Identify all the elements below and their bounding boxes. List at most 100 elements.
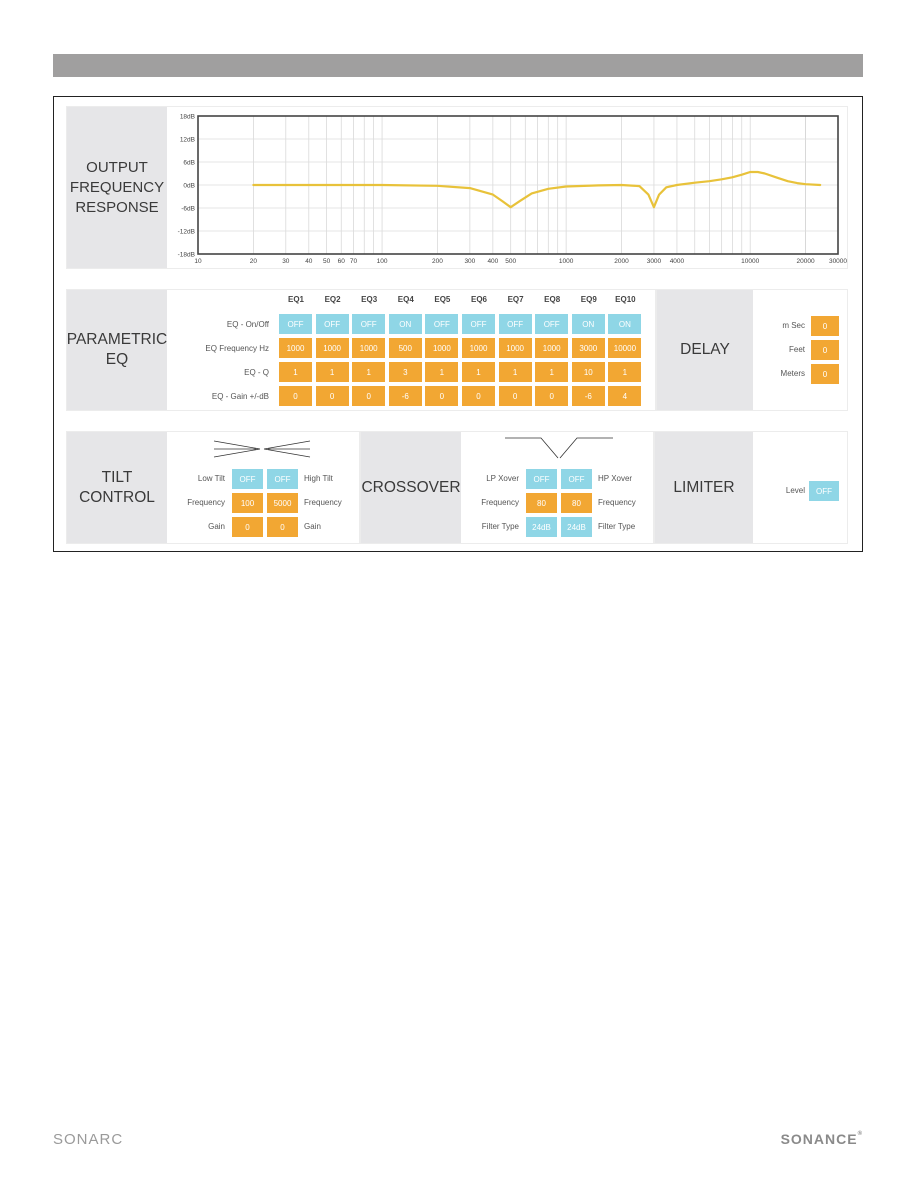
eq-q-value[interactable]: 1 [462, 362, 495, 382]
eq-gain-value[interactable]: 0 [352, 386, 386, 406]
parametric-eq-panel: PARAMETRIC EQ EQ - On/Off EQ Frequency Hz… [66, 289, 656, 411]
y-tick-label: -18dB [178, 252, 195, 259]
x-tick-label: 70 [350, 258, 358, 265]
eq-q-value[interactable]: 1 [608, 362, 642, 382]
label-line: FREQUENCY [69, 178, 165, 196]
low-tilt-toggle[interactable]: OFF [232, 469, 263, 489]
response-curve [252, 170, 822, 209]
x-tick-label: 30 [282, 258, 290, 265]
hp-xover-toggle[interactable]: OFF [561, 469, 592, 489]
label-line: TILT [101, 468, 133, 486]
eq-gain-value[interactable]: 4 [608, 386, 642, 406]
eq-frequency-value[interactable]: 1000 [498, 338, 532, 358]
lp-xover-label: LP Xover [486, 474, 519, 483]
x-tick-label: 400 [487, 258, 498, 265]
limiter-panel: LIMITER Level OFF [654, 431, 848, 544]
eq-frequency-value[interactable]: 1000 [462, 338, 495, 358]
eq-on-off-toggle[interactable]: ON [608, 314, 642, 334]
delay-feet-value[interactable]: 0 [811, 340, 839, 360]
eq-q-value[interactable]: 1 [279, 362, 312, 382]
eq-frequency-value[interactable]: 1000 [279, 338, 312, 358]
low-tilt-frequency-value[interactable]: 100 [232, 493, 263, 513]
eq-band-header: EQ1 [287, 295, 304, 304]
low-tilt-frequency-label: Frequency [187, 498, 225, 507]
eq-frequency-value[interactable]: 1000 [425, 338, 459, 358]
low-tilt-label: Low Tilt [197, 474, 225, 483]
eq-q-value[interactable]: 1 [315, 362, 349, 382]
delay-msec-label: m Sec [782, 321, 805, 330]
tilt-control-label: TILT CONTROL [67, 432, 167, 543]
y-tick-label: 6dB [183, 160, 195, 167]
delay-meters-value[interactable]: 0 [811, 364, 839, 384]
lp-xover-toggle[interactable]: OFF [526, 469, 557, 489]
high-tilt-toggle[interactable]: OFF [267, 469, 298, 489]
parametric-eq-label: PARAMETRIC EQ [67, 290, 167, 410]
eq-frequency-value[interactable]: 1000 [352, 338, 386, 358]
eq-band-header: EQ7 [507, 295, 524, 304]
eq-gain-value[interactable]: -6 [571, 386, 605, 406]
delay-msec-value[interactable]: 0 [811, 316, 839, 336]
eq-on-off-toggle[interactable]: ON [571, 314, 605, 334]
eq-on-off-toggle[interactable]: OFF [425, 314, 459, 334]
eq-gain-value[interactable]: -6 [388, 386, 422, 406]
x-tick-label: 500 [505, 258, 516, 265]
output-frequency-response-label: OUTPUT FREQUENCY RESPONSE [67, 107, 167, 268]
eq-gain-value[interactable]: 0 [315, 386, 349, 406]
eq-row-label: EQ - On/Off [226, 320, 269, 329]
limiter-label: LIMITER [655, 432, 753, 543]
eq-q-value[interactable]: 1 [535, 362, 569, 382]
high-tilt-frequency-value[interactable]: 5000 [267, 493, 298, 513]
delay-feet-label: Feet [788, 345, 805, 354]
eq-on-off-toggle[interactable]: OFF [535, 314, 569, 334]
hp-filter-type-value[interactable]: 24dB [561, 517, 592, 537]
x-tick-label: 10000 [741, 258, 759, 265]
eq-q-value[interactable]: 1 [498, 362, 532, 382]
y-tick-label: -12dB [178, 229, 195, 236]
eq-q-value[interactable]: 3 [388, 362, 422, 382]
eq-band-header: EQ2 [324, 295, 341, 304]
eq-frequency-value[interactable]: 500 [388, 338, 422, 358]
eq-frequency-value[interactable]: 10000 [608, 338, 642, 358]
x-tick-label: 40 [305, 258, 313, 265]
low-tilt-gain-value[interactable]: 0 [232, 517, 263, 537]
tilt-diagram-icon [213, 440, 311, 458]
label-line: PARAMETRIC [66, 331, 168, 348]
eq-on-off-toggle[interactable]: OFF [462, 314, 495, 334]
registered-mark: ® [857, 1131, 863, 1137]
label-line: EQ [105, 351, 129, 368]
label-line: OUTPUT [86, 158, 148, 176]
sonance-logo: SONANCE® [781, 1131, 863, 1147]
eq-gain-value[interactable]: 0 [279, 386, 312, 406]
limiter-level-toggle[interactable]: OFF [809, 481, 839, 501]
lp-frequency-value[interactable]: 80 [526, 493, 557, 513]
eq-frequency-value[interactable]: 1000 [535, 338, 569, 358]
x-tick-label: 30000 [829, 258, 847, 265]
high-tilt-gain-value[interactable]: 0 [267, 517, 298, 537]
eq-band-header: EQ5 [434, 295, 451, 304]
eq-on-off-toggle[interactable]: OFF [498, 314, 532, 334]
tilt-control-panel: TILT CONTROL Low Tilt OFF OFF High Tilt … [66, 431, 360, 544]
hp-filter-type-label: Filter Type [598, 522, 636, 531]
lp-filter-type-value[interactable]: 24dB [526, 517, 557, 537]
eq-on-off-toggle[interactable]: OFF [315, 314, 349, 334]
eq-q-value[interactable]: 1 [352, 362, 386, 382]
eq-on-off-toggle[interactable]: ON [388, 314, 422, 334]
eq-q-value[interactable]: 10 [571, 362, 605, 382]
eq-gain-value[interactable]: 0 [535, 386, 569, 406]
sonance-logo-text: SONANCE [780, 1131, 858, 1147]
eq-gain-value[interactable]: 0 [462, 386, 495, 406]
eq-on-off-toggle[interactable]: OFF [352, 314, 386, 334]
low-tilt-gain-label: Gain [208, 522, 225, 531]
hp-frequency-value[interactable]: 80 [561, 493, 592, 513]
eq-frequency-value[interactable]: 3000 [571, 338, 605, 358]
label-line: CONTROL [79, 488, 155, 506]
x-tick-label: 300 [464, 258, 475, 265]
lp-frequency-label: Frequency [481, 498, 519, 507]
hp-xover-label: HP Xover [598, 474, 633, 483]
eq-gain-value[interactable]: 0 [425, 386, 459, 406]
eq-q-value[interactable]: 1 [425, 362, 459, 382]
section-header-bar [53, 54, 863, 77]
eq-frequency-value[interactable]: 1000 [315, 338, 349, 358]
eq-gain-value[interactable]: 0 [498, 386, 532, 406]
eq-on-off-toggle[interactable]: OFF [279, 314, 312, 334]
